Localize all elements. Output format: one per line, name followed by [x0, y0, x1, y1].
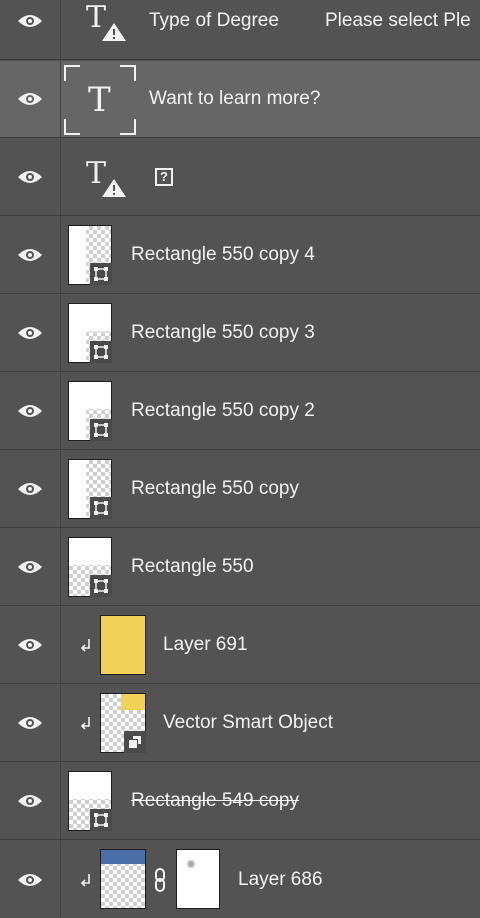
text-layer-icon: T — [88, 81, 111, 117]
selected-thumbnail-frame: T — [64, 65, 136, 135]
clipping-arrow-icon — [80, 639, 90, 652]
layer-name: Vector Smart Object — [163, 712, 334, 733]
chain-link-icon[interactable] — [153, 867, 167, 892]
layer-row-vector-smart-object[interactable]: Vector Smart Object — [0, 685, 480, 762]
layer-name: Rectangle 549 copy — [131, 790, 299, 811]
layer-thumbnail — [68, 771, 112, 831]
layer-name: Want to learn more? — [149, 88, 321, 109]
layer-name: Type of Degree — [149, 10, 279, 31]
svg-text:T: T — [88, 81, 111, 117]
layer-row-layer-691[interactable]: Layer 691 — [0, 607, 480, 684]
shape-badge-icon — [90, 341, 112, 363]
clipping-arrow-icon — [80, 717, 90, 730]
layer-row-want-to-learn-more[interactable]: T Want to learn more? — [0, 61, 480, 138]
layer-thumbnail — [68, 303, 112, 363]
visibility-toggle[interactable] — [0, 841, 61, 918]
visibility-toggle[interactable] — [0, 373, 61, 449]
eye-icon — [18, 93, 42, 105]
layer-row-rectangle-550-copy-4[interactable]: Rectangle 550 copy 4 — [0, 217, 480, 294]
layer-thumbnail — [68, 459, 112, 519]
layer-row-rectangle-550-copy[interactable]: Rectangle 550 copy — [0, 451, 480, 528]
shape-badge-icon — [90, 419, 112, 441]
shape-badge-icon — [90, 809, 112, 831]
layer-row-rectangle-550-copy-3[interactable]: Rectangle 550 copy 3 — [0, 295, 480, 372]
svg-text:T: T — [86, 156, 106, 191]
shape-badge-icon — [90, 575, 112, 597]
eye-icon — [18, 249, 42, 261]
layer-thumbnail — [100, 849, 146, 909]
layer-name: Rectangle 550 copy — [131, 478, 299, 499]
visibility-toggle[interactable] — [0, 295, 61, 371]
layer-name: Rectangle 550 copy 2 — [131, 400, 315, 421]
visibility-toggle[interactable] — [0, 763, 61, 839]
layer-row-rectangle-550-copy-2[interactable]: Rectangle 550 copy 2 — [0, 373, 480, 450]
layer-name: Rectangle 550 copy 4 — [131, 244, 315, 265]
visibility-toggle[interactable] — [0, 685, 61, 761]
layer-name-secondary: Please select Ple — [325, 10, 471, 31]
eye-icon — [18, 405, 42, 417]
smart-object-icon — [124, 731, 146, 753]
visibility-toggle[interactable] — [0, 139, 61, 215]
layer-row-rectangle-549-copy[interactable]: Rectangle 549 copy — [0, 763, 480, 840]
visibility-toggle[interactable] — [0, 607, 61, 683]
layers-panel: T Type of Degree Please select Ple T Wan… — [0, 0, 480, 918]
layer-row-question[interactable]: T ? — [0, 139, 480, 216]
layer-mask-thumbnail[interactable] — [176, 849, 220, 909]
visibility-toggle[interactable] — [0, 217, 61, 293]
eye-icon — [18, 873, 42, 886]
eye-icon — [18, 639, 42, 651]
eye-icon — [18, 561, 42, 573]
layer-name: ? — [155, 168, 173, 186]
eye-icon — [18, 795, 42, 807]
eye-icon — [18, 15, 42, 27]
visibility-toggle[interactable] — [0, 61, 61, 137]
layer-row-rectangle-550[interactable]: Rectangle 550 — [0, 529, 480, 606]
eye-icon — [18, 483, 42, 495]
shape-badge-icon — [90, 497, 112, 519]
layer-row-type-of-degree[interactable]: T Type of Degree Please select Ple — [0, 0, 480, 60]
text-layer-warning-icon: T — [86, 156, 126, 197]
eye-icon — [18, 327, 42, 339]
layer-name: Rectangle 550 — [131, 556, 254, 577]
eye-icon — [18, 717, 42, 729]
layer-thumbnail — [100, 615, 146, 675]
visibility-toggle[interactable] — [0, 451, 61, 527]
layer-thumbnail — [68, 537, 112, 597]
layer-name: Layer 686 — [238, 868, 323, 890]
shape-badge-icon — [90, 263, 112, 285]
clipping-arrow-icon — [80, 873, 90, 887]
layer-name: Layer 691 — [163, 634, 248, 655]
visibility-toggle[interactable] — [0, 529, 61, 605]
layer-thumbnail — [100, 693, 146, 753]
layer-name: Rectangle 550 copy 3 — [131, 322, 315, 343]
visibility-toggle[interactable] — [0, 0, 61, 59]
eye-icon — [18, 171, 42, 183]
text-layer-warning-icon: T — [86, 0, 126, 41]
svg-text:T: T — [86, 0, 106, 35]
layer-thumbnail — [68, 381, 112, 441]
layer-row-layer-686[interactable]: Layer 686 — [0, 841, 480, 918]
layer-thumbnail — [68, 225, 112, 285]
